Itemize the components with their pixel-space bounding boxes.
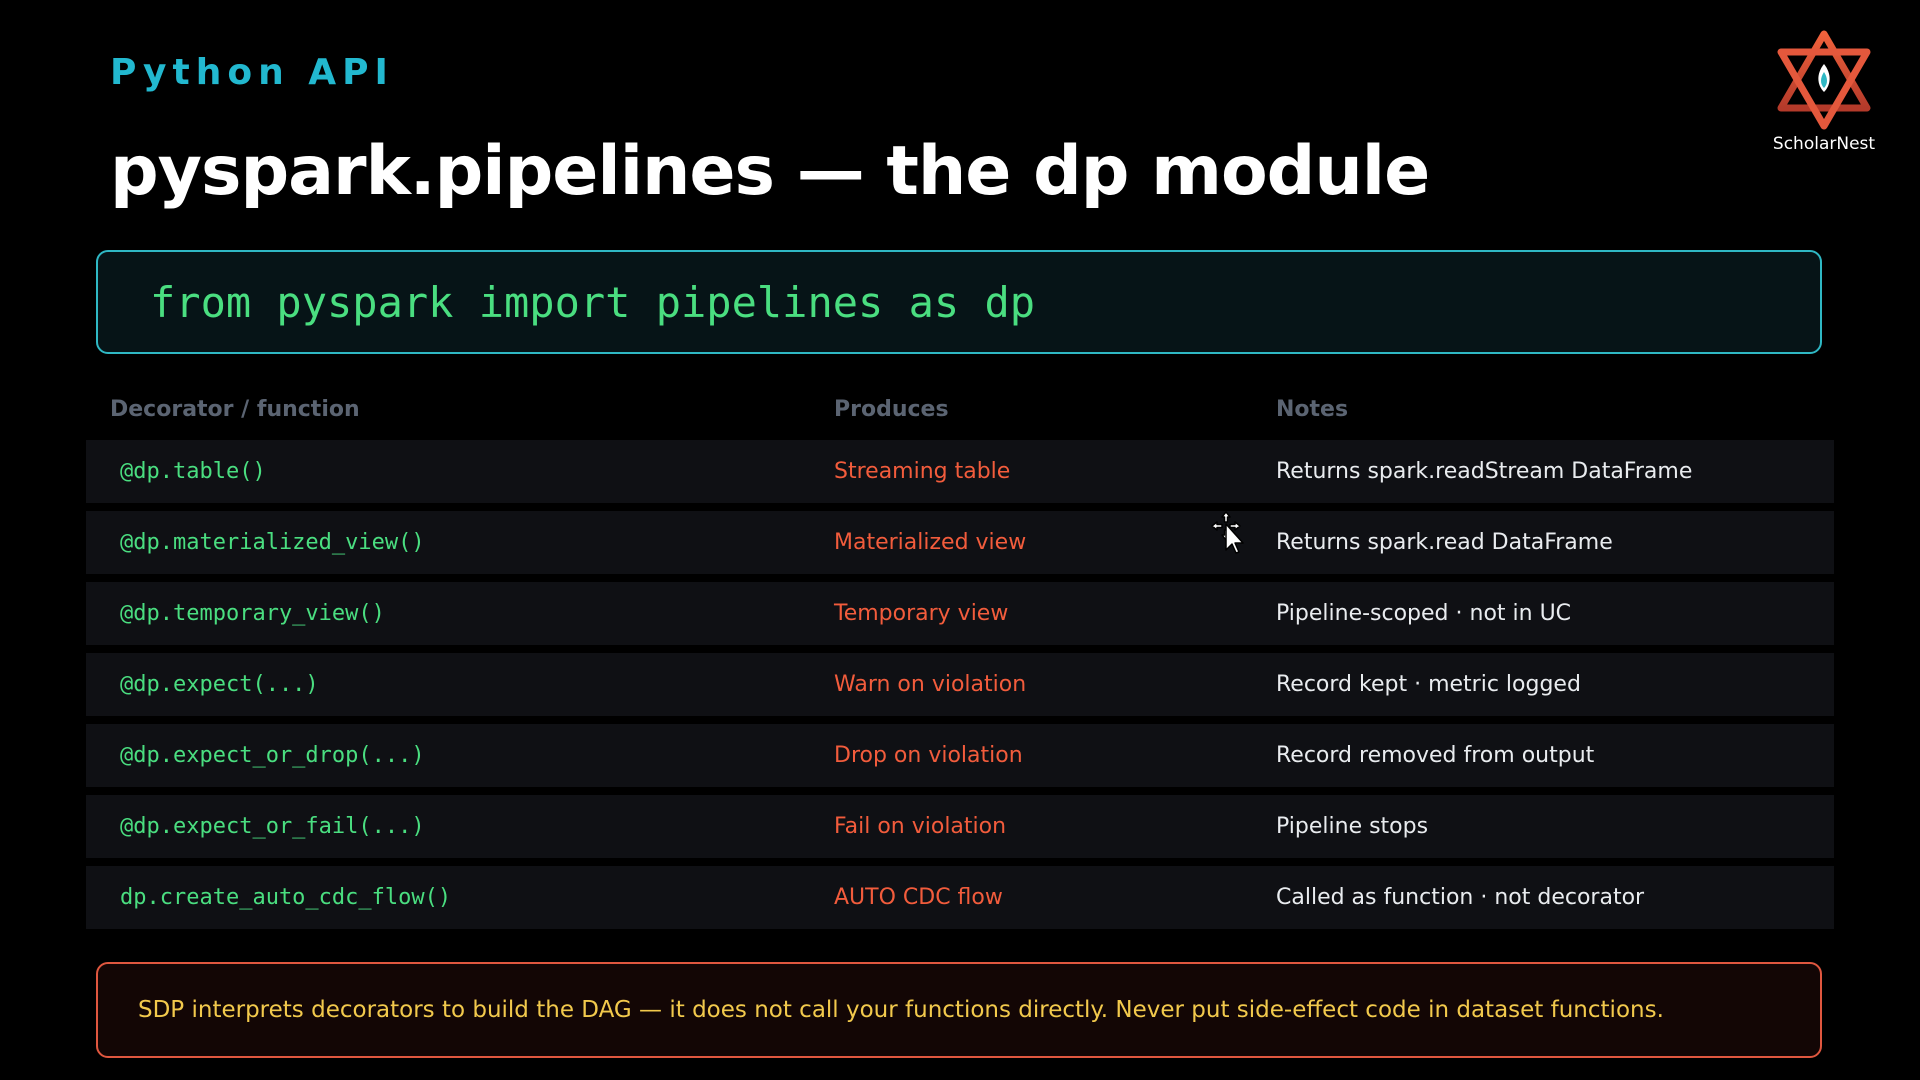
row-code: @dp.temporary_view() (120, 601, 385, 626)
row-notes: Record kept · metric logged (1276, 672, 1581, 697)
slide-title: pyspark.pipelines — the dp module (110, 132, 1430, 211)
header-notes: Notes (1276, 396, 1349, 422)
table-header: Decorator / function Produces Notes (86, 386, 1834, 432)
row-notes: Pipeline stops (1276, 814, 1429, 839)
row-code: @dp.table() (120, 459, 266, 484)
slide-eyebrow: Python API (110, 52, 394, 93)
row-code: dp.create_auto_cdc_flow() (120, 885, 452, 910)
row-notes: Called as function · not decorator (1276, 885, 1645, 910)
row-code: @dp.materialized_view() (120, 530, 425, 555)
row-produces: Warn on violation (834, 672, 1027, 697)
table-row: @dp.expect_or_drop(...) Drop on violatio… (86, 724, 1834, 787)
table-row: @dp.expect_or_fail(...) Fail on violatio… (86, 795, 1834, 858)
warning-note-box: SDP interprets decorators to build the D… (96, 962, 1822, 1058)
row-produces: Drop on violation (834, 743, 1023, 768)
row-notes: Returns spark.read DataFrame (1276, 530, 1613, 555)
row-code: @dp.expect_or_drop(...) (120, 743, 425, 768)
row-notes: Pipeline-scoped · not in UC (1276, 601, 1572, 626)
row-notes: Record removed from output (1276, 743, 1595, 768)
header-produces: Produces (834, 396, 949, 422)
logo: ScholarNest (1752, 30, 1896, 165)
row-notes: Returns spark.readStream DataFrame (1276, 459, 1693, 484)
header-decorator: Decorator / function (110, 396, 360, 422)
row-code: @dp.expect_or_fail(...) (120, 814, 425, 839)
table-row: @dp.table() Streaming table Returns spar… (86, 440, 1834, 503)
import-code-box: from pyspark import pipelines as dp (96, 250, 1822, 354)
move-cursor-icon (1211, 511, 1244, 554)
row-produces: AUTO CDC flow (834, 885, 1003, 910)
row-produces: Streaming table (834, 459, 1011, 484)
row-code: @dp.expect(...) (120, 672, 319, 697)
row-produces: Fail on violation (834, 814, 1007, 839)
import-statement: from pyspark import pipelines as dp (150, 277, 1036, 327)
logo-wordmark: ScholarNest (1772, 134, 1876, 154)
warning-note: SDP interprets decorators to build the D… (138, 997, 1664, 1023)
table-row: dp.create_auto_cdc_flow() AUTO CDC flow … (86, 866, 1834, 929)
star-of-david-flame-icon (1777, 30, 1871, 130)
table-row: @dp.expect(...) Warn on violation Record… (86, 653, 1834, 716)
table-row: @dp.materialized_view() Materialized vie… (86, 511, 1834, 574)
api-table: Decorator / function Produces Notes @dp.… (86, 386, 1834, 937)
table-body: @dp.table() Streaming table Returns spar… (86, 440, 1834, 929)
table-row: @dp.temporary_view() Temporary view Pipe… (86, 582, 1834, 645)
row-produces: Temporary view (834, 601, 1009, 626)
